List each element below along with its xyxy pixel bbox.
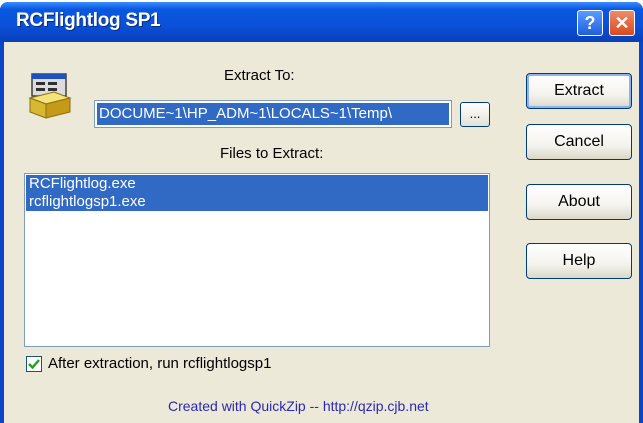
footer-credit: Created with QuickZip -- http://qzip.cjb… xyxy=(168,398,429,414)
list-item[interactable]: RCFlightlog.exe xyxy=(26,175,488,193)
window-title: RCFlightlog SP1 xyxy=(16,10,161,31)
help-button[interactable]: Help xyxy=(526,243,632,279)
list-item[interactable]: rcflightlogsp1.exe xyxy=(26,193,488,211)
installer-package-icon xyxy=(28,73,72,119)
titlebar-close-button[interactable]: ✕ xyxy=(609,10,635,36)
files-to-extract-label: Files to Extract: xyxy=(220,145,324,162)
browse-button[interactable]: ... xyxy=(460,102,490,127)
checkmark-icon xyxy=(28,359,40,370)
dialog-window: RCFlightlog SP1 ? ✕ Extract To: DOCUME~1… xyxy=(0,2,643,423)
extract-button[interactable]: Extract xyxy=(526,73,632,109)
extract-to-label: Extract To: xyxy=(224,67,295,84)
files-list[interactable]: RCFlightlog.exe rcflightlogsp1.exe xyxy=(24,173,490,347)
dialog-body: Extract To: DOCUME~1\HP_ADM~1\LOCALS~1\T… xyxy=(4,42,639,423)
titlebar-help-button[interactable]: ? xyxy=(577,10,603,36)
cancel-button[interactable]: Cancel xyxy=(526,124,632,160)
extract-path-input[interactable]: DOCUME~1\HP_ADM~1\LOCALS~1\Temp\ xyxy=(94,100,452,128)
files-selection: RCFlightlog.exe rcflightlogsp1.exe xyxy=(26,175,488,211)
extract-path-value: DOCUME~1\HP_ADM~1\LOCALS~1\Temp\ xyxy=(97,103,449,125)
about-button[interactable]: About xyxy=(526,184,632,220)
run-after-checkbox[interactable] xyxy=(26,356,42,372)
run-after-label[interactable]: After extraction, run rcflightlogsp1 xyxy=(48,355,271,372)
close-icon: ✕ xyxy=(614,12,630,33)
title-bar[interactable]: RCFlightlog SP1 ? ✕ xyxy=(0,2,643,42)
question-icon: ? xyxy=(584,12,596,33)
